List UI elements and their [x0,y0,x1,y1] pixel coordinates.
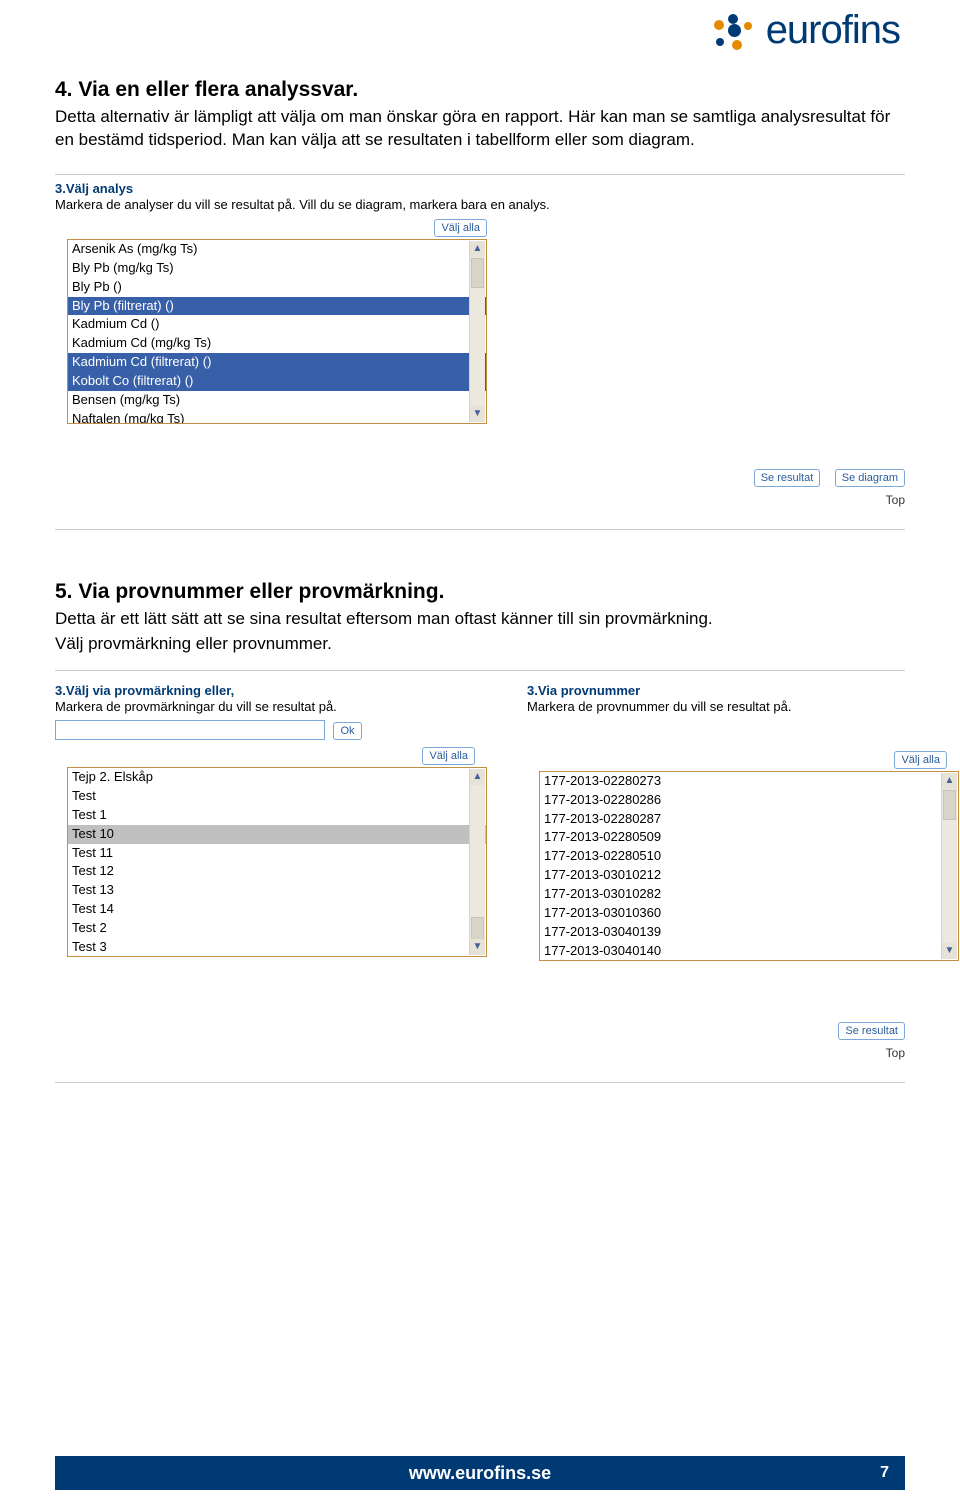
scroll-thumb[interactable] [471,258,484,288]
scroll-thumb[interactable] [471,917,484,941]
list-item[interactable]: Bly Pb (mg/kg Ts) [68,259,486,278]
list-item[interactable]: 177-2013-02280287 [540,810,958,829]
section4-heading: 4. Via en eller flera analyssvar. [55,78,905,102]
list-item[interactable]: Test 2 [68,919,486,938]
analysis-listbox[interactable]: Arsenik As (mg/kg Ts)Bly Pb (mg/kg Ts)Bl… [67,239,487,424]
top-link[interactable]: Top [55,493,905,507]
footer-url: www.eurofins.se [409,1463,551,1484]
section5-heading: 5. Via provnummer eller provmärkning. [55,580,905,604]
list-item[interactable]: Naftalen (mg/kg Ts) [68,410,486,424]
section5-p1: Detta är ett lätt sätt att se sina resul… [55,608,905,631]
list-item[interactable]: 177-2013-03010282 [540,885,958,904]
divider [55,670,905,671]
select-all-button[interactable]: Välj alla [894,751,947,769]
list-item[interactable]: Test 13 [68,881,486,900]
list-item[interactable]: Kadmium Cd (filtrerat) () [68,353,486,372]
list-item[interactable]: Kobolt Co (filtrerat) () [68,372,486,391]
list-item[interactable]: Test 11 [68,844,486,863]
list-item[interactable]: 177-2013-02280286 [540,791,958,810]
divider [55,174,905,175]
provnummer-desc: Markera de provnummer du vill se resulta… [527,699,959,714]
scroll-down-icon[interactable]: ▼ [942,943,957,959]
list-item[interactable]: 177-2013-03040139 [540,923,958,942]
select-all-button[interactable]: Välj alla [434,219,487,237]
scrollbar[interactable]: ▲ ▼ [941,773,957,959]
list-item[interactable]: Test 10 [68,825,486,844]
list-item[interactable]: Test 14 [68,900,486,919]
divider [55,529,905,530]
scroll-thumb[interactable] [943,790,956,820]
step3-analys-title: 3.Välj analys [55,181,905,196]
scroll-up-icon[interactable]: ▲ [470,769,485,785]
top-link[interactable]: Top [55,1046,905,1060]
list-item[interactable]: Test 12 [68,862,486,881]
provnummer-listbox[interactable]: 177-2013-02280273177-2013-02280286177-20… [539,771,959,961]
divider [55,1082,905,1083]
list-item[interactable]: 177-2013-03010360 [540,904,958,923]
provmarkning-title: 3.Välj via provmärkning eller, [55,683,487,698]
brand-name: eurofins [766,8,900,53]
select-all-button[interactable]: Välj alla [422,747,475,765]
provmarkning-listbox[interactable]: Tejp 2. ElskåpTestTest 1Test 10Test 11Te… [67,767,487,957]
scrollbar[interactable]: ▲ ▼ [469,241,485,422]
list-item[interactable]: 177-2013-03010212 [540,866,958,885]
list-item[interactable]: Test [68,787,486,806]
page-footer: www.eurofins.se 7 [55,1456,905,1490]
list-item[interactable]: Tejp 2. Elskåp [68,768,486,787]
list-item[interactable]: Bensen (mg/kg Ts) [68,391,486,410]
list-item[interactable]: 177-2013-02280273 [540,772,958,791]
list-item[interactable]: Test 1 [68,806,486,825]
list-item[interactable]: Kadmium Cd () [68,315,486,334]
section5-p2: Välj provmärkning eller provnummer. [55,633,905,656]
provnummer-title: 3.Via provnummer [527,683,959,698]
step3-analys-desc: Markera de analyser du vill se resultat … [55,197,905,212]
list-item[interactable]: 177-2013-03040140 [540,942,958,961]
see-result-button[interactable]: Se resultat [838,1022,905,1040]
scroll-up-icon[interactable]: ▲ [470,241,485,257]
list-item[interactable]: 177-2013-02280509 [540,828,958,847]
logo-dots-icon [710,10,756,52]
list-item[interactable]: Test 3 [68,938,486,957]
ok-button[interactable]: Ok [333,722,361,740]
scroll-down-icon[interactable]: ▼ [470,406,485,422]
see-diagram-button[interactable]: Se diagram [835,469,905,487]
list-item[interactable]: Arsenik As (mg/kg Ts) [68,240,486,259]
scrollbar[interactable]: ▲ ▼ [469,769,485,955]
brand-logo: eurofins [710,8,900,53]
provmarkning-filter-input[interactable] [55,720,325,740]
section4-paragraph: Detta alternativ är lämpligt att välja o… [55,106,905,152]
scroll-up-icon[interactable]: ▲ [942,773,957,789]
scroll-down-icon[interactable]: ▼ [470,939,485,955]
provmarkning-desc: Markera de provmärkningar du vill se res… [55,699,487,714]
list-item[interactable]: Kadmium Cd (mg/kg Ts) [68,334,486,353]
see-result-button[interactable]: Se resultat [754,469,821,487]
list-item[interactable]: Bly Pb (filtrerat) () [68,297,486,316]
list-item[interactable]: 177-2013-02280510 [540,847,958,866]
page-number: 7 [880,1464,889,1482]
list-item[interactable]: Bly Pb () [68,278,486,297]
